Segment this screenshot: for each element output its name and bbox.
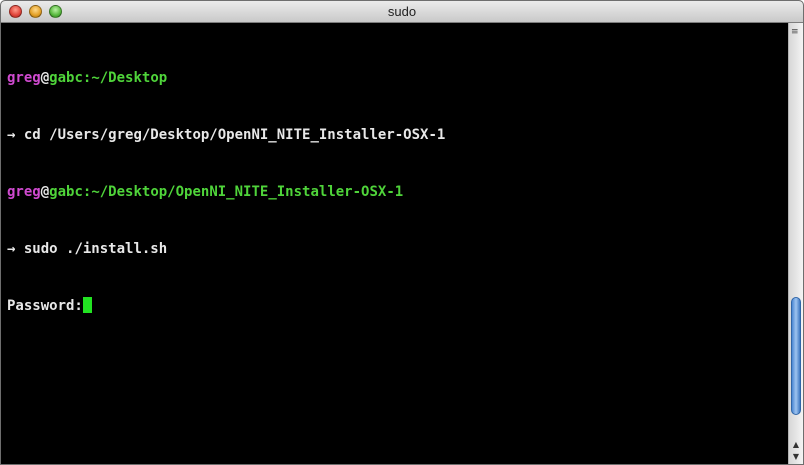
vertical-scrollbar[interactable]: ≡ ▲ ▼ [788,23,803,464]
command-line: → sudo ./install.sh [7,240,788,259]
split-pane-icon[interactable]: ≡ [791,27,801,37]
terminal-output[interactable]: greg@gabc:~/Desktop → cd /Users/greg/Des… [1,23,788,464]
password-line[interactable]: Password: [7,297,788,316]
command-text: sudo ./install.sh [15,241,168,257]
scroll-down-icon[interactable]: ▼ [791,452,801,462]
prompt-line: greg@gabc:~/Desktop [7,69,788,88]
prompt-path: ~/Desktop/OpenNI_NITE_Installer-OSX-1 [91,184,404,200]
prompt-line: greg@gabc:~/Desktop/OpenNI_NITE_Installe… [7,183,788,202]
terminal-window: sudo greg@gabc:~/Desktop → cd /Users/gre… [0,0,804,465]
command-line: → cd /Users/greg/Desktop/OpenNI_NITE_Ins… [7,126,788,145]
scroll-thumb[interactable] [791,297,801,415]
prompt-path: ~/Desktop [91,70,168,86]
password-prompt: Password: [7,298,83,314]
scroll-up-icon[interactable]: ▲ [791,440,801,450]
text-cursor [82,297,92,313]
prompt-host: gabc [49,184,83,200]
prompt-user: greg [7,70,41,86]
prompt-host: gabc [49,70,83,86]
command-text: cd /Users/greg/Desktop/OpenNI_NITE_Insta… [15,127,446,143]
prompt-user: greg [7,184,41,200]
prompt-at: @ [40,70,50,86]
title-bar[interactable]: sudo [1,1,803,23]
prompt-at: @ [40,184,50,200]
window-title: sudo [387,4,417,19]
